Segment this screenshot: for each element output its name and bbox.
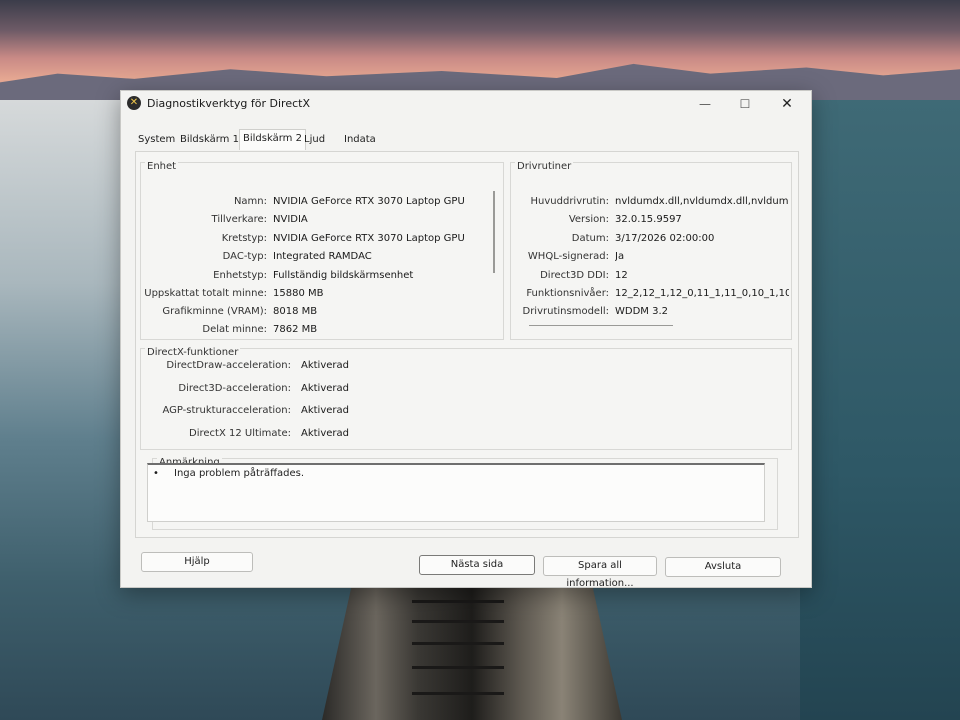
device-value: Integrated RAMDAC [273,251,372,262]
feature-value: Aktiverad [301,428,349,439]
device-label: Namn: [233,196,267,207]
device-label: Delat minne: [202,324,267,335]
directx-features-title: DirectX-funktioner [145,347,241,358]
directx-x-icon: ✕ [127,96,141,110]
maximize-button[interactable]: ☐ [727,93,763,115]
directx-features-group: DirectX-funktioner DirectDraw-accelerati… [140,347,792,450]
device-row: Namn: NVIDIA GeForce RTX 3070 Laptop GPU [141,195,501,209]
close-button[interactable]: ✕ [769,93,805,115]
device-row: Tillverkare: NVIDIA [141,213,501,227]
wallpaper-pier [322,584,622,720]
dxdiag-window: ✕ Diagnostikverktyg för DirectX — ☐ ✕ Sy… [120,90,812,589]
driver-value: 32.0.15.9597 [615,214,682,225]
driver-label: Direct3D DDI: [540,270,609,281]
driver-row: Version: 32.0.15.9597 [511,213,789,227]
device-label: Kretstyp: [221,233,267,244]
pier-slat [412,692,504,695]
device-value: NVIDIA GeForce RTX 3070 Laptop GPU [273,196,465,207]
pier-slat [412,620,504,623]
help-button[interactable]: Hjälp [141,552,253,572]
device-label: Uppskattat totalt minne: [144,288,267,299]
tab-display-1[interactable]: Bildskärm 1 [177,131,242,149]
driver-row: Huvuddrivrutin: nvldumdx.dll,nvldumdx.dl… [511,195,789,209]
notes-textbox[interactable]: • Inga problem påträffades. [147,463,765,522]
note-text: Inga problem påträffades. [174,468,305,479]
device-value: NVIDIA [273,214,308,225]
device-row: Kretstyp: NVIDIA GeForce RTX 3070 Laptop… [141,232,501,246]
driver-row: Datum: 3/17/2026 02:00:00 [511,232,789,246]
tab-display-2[interactable]: Bildskärm 2 [239,129,306,150]
driver-label: Drivrutinsmodell: [522,306,610,317]
driver-value: Ja [615,251,625,262]
feature-row: DirectDraw-acceleration: Aktiverad [141,359,441,373]
feature-label: Direct3D-acceleration: [178,383,291,394]
next-page-button[interactable]: Nästa sida [419,555,535,575]
driver-label: Funktionsnivåer: [526,288,609,299]
driver-value: 3/17/2026 02:00:00 [615,233,715,244]
wallpaper-water-right [800,96,960,720]
device-label: Tillverkare: [211,214,267,225]
driver-label: Huvuddrivrutin: [530,196,609,207]
drivers-group: Drivrutiner Huvuddrivrutin: nvldumdx.dll… [510,161,792,340]
device-label: Enhetstyp: [213,270,267,281]
device-value: 8018 MB [273,306,318,317]
feature-label: DirectDraw-acceleration: [166,360,291,371]
driver-value: 12 [615,270,628,281]
window-title: Diagnostikverktyg för DirectX [147,97,310,110]
feature-row: AGP-strukturacceleration: Aktiverad [141,404,441,418]
feature-row: Direct3D-acceleration: Aktiverad [141,382,441,396]
driver-label: WHQL-signerad: [527,251,609,262]
driver-row: WHQL-signerad: Ja [511,250,789,264]
device-value: 15880 MB [273,288,324,299]
device-label: Grafikminne (VRAM): [162,306,267,317]
device-row: Uppskattat totalt minne: 15880 MB [141,287,501,301]
device-group-title: Enhet [145,161,179,172]
device-row: DAC-typ: Integrated RAMDAC [141,250,501,264]
driver-label: Version: [568,214,609,225]
exit-button[interactable]: Avsluta [665,557,781,577]
tab-input[interactable]: Indata [341,131,379,149]
tab-system[interactable]: System [135,131,178,149]
feature-label: DirectX 12 Ultimate: [189,428,291,439]
pier-slat [412,666,504,669]
device-group: Enhet Namn: NVIDIA GeForce RTX 3070 Lapt… [140,161,504,340]
driver-value: nvldumdx.dll,nvldumdx.dll,nvldumdx.d [615,196,789,207]
device-row: Enhetstyp: Fullständig bildskärmsenhet [141,269,501,283]
driver-value: WDDM 3.2 [615,306,668,317]
save-all-info-button[interactable]: Spara all information... [543,556,657,589]
note-bullet: • [153,468,159,479]
feature-value: Aktiverad [301,405,349,416]
feature-value: Aktiverad [301,360,349,371]
driver-label: Datum: [571,233,609,244]
driver-row: Direct3D DDI: 12 [511,269,789,283]
device-label: DAC-typ: [222,251,267,262]
device-value: 7862 MB [273,324,318,335]
feature-label: AGP-strukturacceleration: [162,405,291,416]
driver-value: 12_2,12_1,12_0,11_1,11_0,10_1,10_ [615,288,789,299]
device-value: NVIDIA GeForce RTX 3070 Laptop GPU [273,233,465,244]
feature-row: DirectX 12 Ultimate: Aktiverad [141,427,441,441]
pier-slat [412,642,504,645]
drivers-divider [529,325,673,326]
driver-row: Drivrutinsmodell: WDDM 3.2 [511,305,789,319]
device-value: Fullständig bildskärmsenhet [273,270,414,281]
device-scrollbar[interactable] [493,191,495,273]
pier-slat [412,600,504,603]
minimize-button[interactable]: — [687,93,723,115]
feature-value: Aktiverad [301,383,349,394]
device-row: Delat minne: 7862 MB [141,323,501,337]
tab-sound[interactable]: Ljud [301,131,328,149]
drivers-group-title: Drivrutiner [515,161,574,172]
device-row: Grafikminne (VRAM): 8018 MB [141,305,501,319]
driver-row: Funktionsnivåer: 12_2,12_1,12_0,11_1,11_… [511,287,789,301]
title-bar[interactable]: ✕ Diagnostikverktyg för DirectX — ☐ ✕ [121,91,811,117]
